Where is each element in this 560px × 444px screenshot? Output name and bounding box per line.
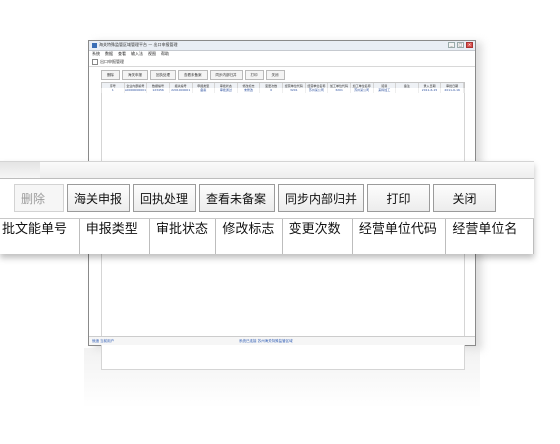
mini-print-button[interactable]: 打印 bbox=[244, 70, 264, 80]
col-header-modify-flag[interactable]: 修改标志 bbox=[216, 219, 283, 254]
menu-ime[interactable]: 输入法 bbox=[131, 50, 143, 57]
band-top-strip bbox=[0, 162, 534, 179]
col-header-approval-status[interactable]: 审批状态 bbox=[150, 219, 217, 254]
print-button[interactable]: 打印 bbox=[367, 184, 430, 212]
status-left: 就绪 当前用户 bbox=[92, 339, 115, 343]
view-unfiled-button[interactable]: 查看未备案 bbox=[199, 184, 275, 212]
zoom-magnifier-band: 删除 海关申报 回执处理 查看未备案 同步内部归并 打印 关闭 批文能单号 申报… bbox=[0, 161, 534, 254]
menu-window[interactable]: 视图 bbox=[148, 50, 156, 57]
mini-declare-button[interactable]: 海关申报 bbox=[122, 70, 148, 80]
status-center: 系统已连接 苏州海关特殊监管区域 bbox=[239, 339, 293, 343]
mini-sync-button[interactable]: 同步内部归并 bbox=[209, 70, 243, 80]
minimize-button[interactable]: _ bbox=[448, 42, 455, 48]
col-header-approval-no[interactable]: 批文能单号 bbox=[0, 219, 80, 254]
menu-system[interactable]: 系统 bbox=[92, 50, 100, 57]
zoomed-toolbar: 删除 海关申报 回执处理 查看未备案 同步内部归并 打印 关闭 bbox=[14, 184, 496, 212]
col-header-operator-code[interactable]: 经营单位代码 bbox=[353, 219, 447, 254]
window-controls: _ □ × bbox=[448, 42, 473, 48]
mini-toolbar: 删除 海关申报 回执处理 查看未备案 同步内部归并 打印 关闭 bbox=[101, 70, 285, 80]
app-icon bbox=[92, 43, 97, 48]
address-checkbox[interactable] bbox=[92, 58, 98, 65]
menu-help[interactable]: 帮助 bbox=[161, 50, 169, 57]
mini-receipt-button[interactable]: 回执处理 bbox=[150, 70, 176, 80]
address-bar: 出口申报管理 bbox=[89, 57, 475, 67]
mini-close-button[interactable]: 关闭 bbox=[265, 70, 285, 80]
sync-merge-button[interactable]: 同步内部归并 bbox=[278, 184, 364, 212]
address-label: 出口申报管理 bbox=[100, 59, 124, 64]
col-header-declare-type[interactable]: 申报类型 bbox=[80, 219, 150, 254]
menu-bar: 系统 数据 查看 输入法 视图 帮助 bbox=[89, 50, 475, 57]
menu-data[interactable]: 数据 bbox=[105, 50, 113, 57]
status-bar: 就绪 当前用户 系统已连接 苏州海关特殊监管区域 bbox=[89, 336, 475, 345]
customs-declare-button[interactable]: 海关申报 bbox=[67, 184, 130, 212]
mini-delete-button[interactable]: 删除 bbox=[101, 70, 120, 80]
band-bevel-left bbox=[0, 162, 40, 178]
receipt-process-button[interactable]: 回执处理 bbox=[133, 184, 196, 212]
zoomed-column-header: 批文能单号 申报类型 审批状态 修改标志 变更次数 经营单位代码 经营单位名 bbox=[0, 218, 534, 254]
mini-unfiled-button[interactable]: 查看未备案 bbox=[178, 70, 208, 80]
col-header-change-count[interactable]: 变更次数 bbox=[283, 219, 353, 254]
delete-button[interactable]: 删除 bbox=[14, 184, 64, 212]
close-button[interactable]: 关闭 bbox=[433, 184, 496, 212]
maximize-button[interactable]: □ bbox=[457, 42, 464, 48]
window-title: 海关特殊监管区域管理平台 — 出口申报管理 bbox=[99, 42, 178, 47]
col-header-operator-name[interactable]: 经营单位名 bbox=[446, 219, 534, 254]
close-window-button[interactable]: × bbox=[466, 42, 473, 48]
menu-view[interactable]: 查看 bbox=[118, 50, 126, 57]
